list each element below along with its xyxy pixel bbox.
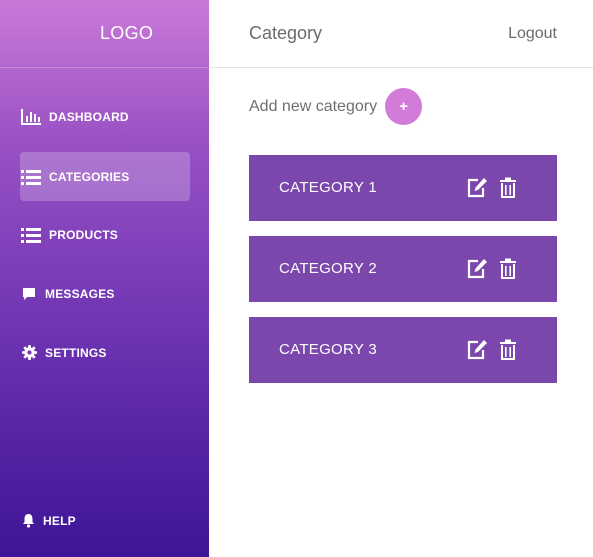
category-name: CATEGORY 2	[279, 260, 378, 277]
logo-bar: LOGO	[0, 0, 209, 68]
category-row: CATEGORY 1	[249, 155, 557, 221]
sidebar-item-settings[interactable]: SETTINGS	[20, 328, 190, 377]
edit-icon[interactable]	[465, 338, 488, 361]
sidebar-item-dashboard[interactable]: DASHBOARD	[20, 92, 190, 141]
sidebar-item-label: SETTINGS	[45, 345, 107, 360]
edit-icon[interactable]	[465, 176, 488, 199]
edit-icon[interactable]	[465, 257, 488, 280]
sidebar-item-products[interactable]: PRODUCTS	[20, 210, 190, 259]
sidebar-item-label: DASHBOARD	[49, 109, 129, 124]
sidebar-item-label: MESSAGES	[45, 286, 115, 301]
logout-link[interactable]: Logout	[508, 25, 557, 43]
bar-chart-icon	[20, 108, 42, 125]
trash-icon[interactable]	[496, 338, 519, 361]
gear-icon	[20, 345, 38, 361]
sidebar-item-label: HELP	[43, 513, 76, 528]
category-name: CATEGORY 1	[279, 179, 378, 196]
sidebar-item-categories[interactable]: CATEGORIES	[20, 152, 190, 201]
sidebar-item-label: PRODUCTS	[49, 227, 118, 242]
trash-icon[interactable]	[496, 257, 519, 280]
bell-icon	[20, 513, 36, 529]
add-category-button[interactable]: +	[385, 88, 423, 125]
message-icon	[20, 286, 38, 302]
main-header: Category Logout	[209, 0, 593, 68]
sidebar-item-messages[interactable]: MESSAGES	[20, 269, 190, 318]
category-list: CATEGORY 1 CATEGORY 2 CATEGORY 3	[249, 155, 557, 398]
page-title: Category	[249, 23, 323, 43]
sidebar: LOGO DASHBOARD CATEGORIES PRODUCTS MESSA…	[0, 0, 209, 557]
list-icon	[20, 169, 42, 185]
sidebar-item-help[interactable]: HELP	[20, 496, 190, 545]
add-category-label: Add new category	[249, 97, 378, 115]
logo[interactable]: LOGO	[100, 23, 153, 44]
trash-icon[interactable]	[496, 176, 519, 199]
list-icon	[20, 227, 42, 243]
category-row: CATEGORY 3	[249, 317, 557, 383]
add-category-row: Add new category +	[249, 88, 423, 125]
category-name: CATEGORY 3	[279, 341, 378, 358]
sidebar-item-label: CATEGORIES	[49, 169, 130, 184]
category-row: CATEGORY 2	[249, 236, 557, 302]
